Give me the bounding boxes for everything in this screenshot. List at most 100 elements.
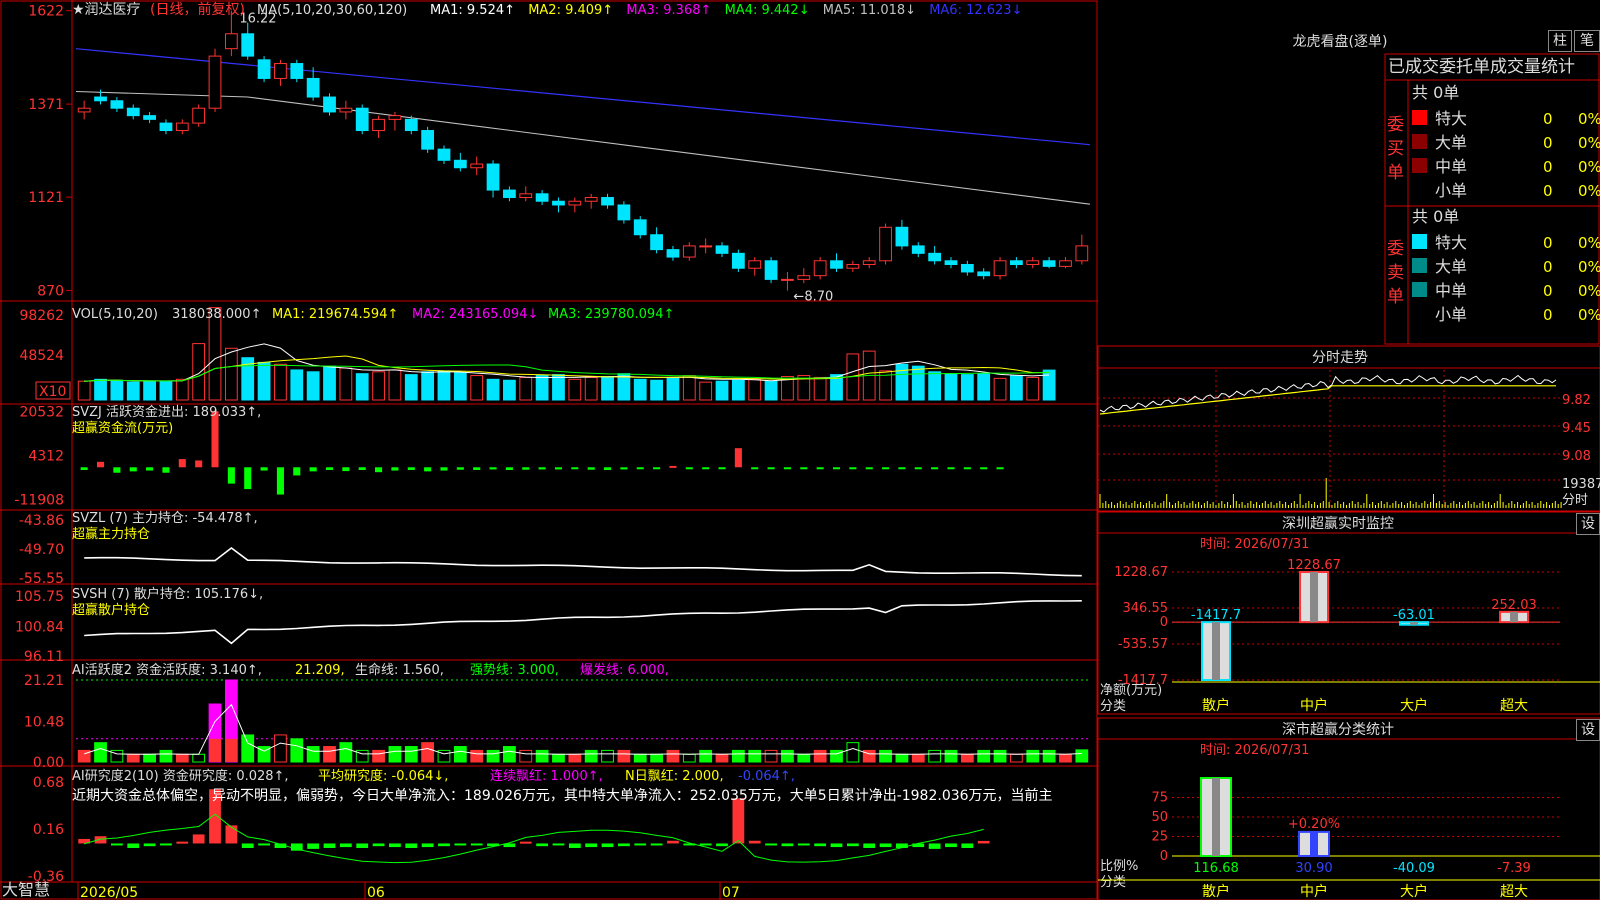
candle [879,226,892,262]
candle [715,245,729,254]
candle [960,264,974,273]
fund-flow-bar [914,467,922,470]
volume-bar [535,375,549,401]
sz-classify-value: -7.39 [1497,861,1531,876]
activity-bar [290,738,304,763]
activity-bar [813,749,827,763]
sell-total: 共 0单 [1412,207,1459,226]
ma-legend-item: MA6: 12.623↓ [929,3,1022,18]
research-bar [160,843,172,846]
candle [77,107,91,113]
fund-flow-bar [80,467,88,470]
research-bar [536,843,549,847]
activity-bar [453,746,467,763]
sz-monitor-axis-tick: 1228.67 [1114,565,1168,580]
fund-flow-bar [178,459,186,468]
order-pct: 0% [1578,258,1600,276]
bar-mode-button[interactable]: 柱 [1548,30,1572,52]
volume-bar [960,374,974,401]
sz-classify-axis-label2: 分类 [1100,875,1126,890]
consecutive-red-value: 连续飘红: 1.000↑, [490,768,603,784]
order-stats-tab: 已成交委托单成交量统计 [1388,57,1575,77]
fund-flow-bar [260,467,268,471]
activity-bar [617,749,631,763]
research-bar [176,841,189,844]
order-size-name: 小单 [1435,305,1467,324]
research-bar [863,843,876,848]
ma-line-5 [75,90,1091,205]
activity-bar [879,749,892,763]
fund-flow-bar [195,460,203,468]
volume-bar [224,347,238,401]
vol-axis-tick: 48524 [19,348,64,364]
order-size-swatch [1412,258,1427,273]
activity-bar [895,753,909,763]
svzj-axis-tick: 20532 [19,404,64,420]
order-pct: 0% [1578,306,1600,324]
fund-flow-bar [505,467,513,470]
fund-flow-bar [718,467,726,470]
fund-flow-bar [963,467,971,470]
sz-monitor-axis-tick: 346.55 [1123,601,1169,616]
activity-bar [552,753,565,763]
candle [306,77,320,98]
activity-bar [339,742,353,763]
candle [453,159,467,169]
sz-classify-axis-tick: 25 [1151,830,1168,845]
research-bar [748,840,761,844]
fund-flow-bar [980,467,988,470]
ai-active-value: 21.209, [295,663,345,678]
app-brand: 大智慧 [2,880,50,899]
fund-flow-bar [947,467,955,470]
intraday-vol-tick: 19387 [1562,477,1600,492]
sz-monitor-value: -1417.7 [1191,608,1241,623]
volume-bar [404,374,418,401]
candle [355,107,369,132]
candle [1059,260,1072,267]
order-size-swatch [1412,158,1427,173]
volume-bar [110,379,124,401]
tick-mode-button[interactable]: 笔 [1574,30,1600,52]
candle [224,33,238,50]
activity-bar [584,749,598,763]
life-line-value: 生命线: 1.560, [355,662,444,678]
sz-monitor-settings-button[interactable]: 设 [1576,513,1600,535]
fund-flow-bar [146,467,154,471]
fund-flow-bar [849,467,857,470]
fund-flow-bar [783,467,791,470]
volume-bar [1010,375,1023,401]
date-label: 2026/05 [80,885,138,900]
sz-monitor-title: 深圳超赢实时监控 [1282,515,1394,532]
activity-bar [94,742,107,763]
activity-bar [601,749,614,763]
price-axis-tick: 1121 [28,190,64,206]
svzl-axis-tick: -49.70 [19,542,64,558]
candle [944,260,958,266]
research-bar [699,843,712,846]
research-bar [519,841,532,844]
candle [584,197,598,202]
candle [519,193,533,199]
order-size-swatch [1412,234,1427,249]
candle [830,260,843,269]
buy-total: 共 0单 [1412,83,1459,102]
vol-unit: X10 [39,384,66,400]
order-size-name: 大单 [1435,257,1467,276]
svsh-axis-tick: 100.84 [15,620,64,636]
candle [486,163,500,191]
candle [764,260,778,280]
fund-flow-bar [489,467,497,470]
candle [470,163,484,169]
sz-classify-settings-button[interactable]: 设 [1576,719,1600,741]
ma-legend-item: MA4: 9.442↓ [725,3,810,18]
candle [895,226,909,247]
sell-side-label: 委 [1387,239,1404,259]
sz-classify-value: -40.09 [1393,861,1435,876]
research-bar [961,843,974,848]
activity-bar-base [225,738,238,762]
fund-flow-bar [244,467,252,490]
volume-bar [731,379,745,401]
activity-bar [928,749,942,763]
research-bar [258,843,270,846]
ma-legend-item: MA5: 11.018↓ [823,3,916,18]
